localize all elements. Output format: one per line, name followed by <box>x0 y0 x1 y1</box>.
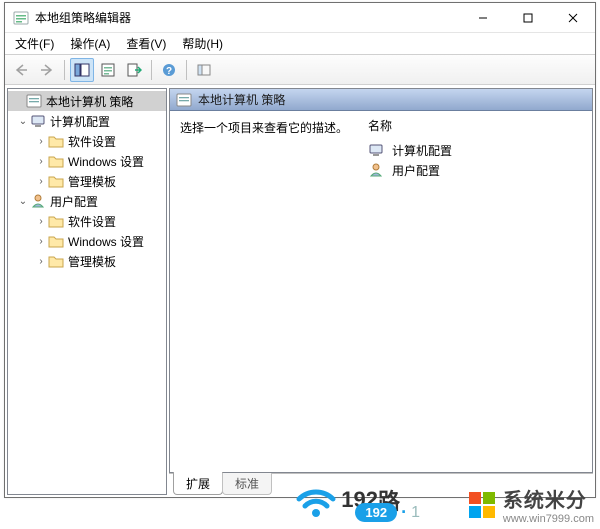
watermark-title: 系统米分 <box>503 484 594 513</box>
tree-label: Windows 设置 <box>68 153 144 170</box>
tree-item[interactable]: › 管理模板 <box>8 171 166 191</box>
expand-toggle[interactable]: › <box>34 256 48 267</box>
expand-toggle[interactable]: › <box>34 216 48 227</box>
tree-item[interactable]: › Windows 设置 <box>8 151 166 171</box>
filter-button[interactable] <box>192 58 216 82</box>
tree-item[interactable]: › Windows 设置 <box>8 231 166 251</box>
folder-icon <box>48 253 64 269</box>
menu-help[interactable]: 帮助(H) <box>174 33 231 54</box>
watermark-url: www.win7999.com <box>503 513 594 525</box>
description-text: 选择一个项目来查看它的描述。 <box>180 119 350 136</box>
menu-view[interactable]: 查看(V) <box>118 33 174 54</box>
tree-label: 管理模板 <box>68 253 116 270</box>
tree-label: Windows 设置 <box>68 233 144 250</box>
expand-toggle[interactable]: › <box>34 176 48 187</box>
tree-label: 计算机配置 <box>50 113 110 130</box>
tree-item[interactable]: › 软件设置 <box>8 211 166 231</box>
tree-item[interactable]: › 管理模板 <box>8 251 166 271</box>
tree-computer-config[interactable]: ⌄ 计算机配置 <box>8 111 166 131</box>
list-column: 名称 计算机配置 用户配置 <box>360 111 592 472</box>
minimize-button[interactable] <box>460 3 505 32</box>
list-item[interactable]: 用户配置 <box>368 160 584 180</box>
watermark-text-block: 系统米分 www.win7999.com <box>503 484 594 525</box>
close-button[interactable] <box>550 3 595 32</box>
collapse-toggle[interactable]: ⌄ <box>16 196 30 207</box>
toolbar-separator <box>186 60 187 80</box>
tree-user-config[interactable]: ⌄ 用户配置 <box>8 191 166 211</box>
folder-icon <box>48 173 64 189</box>
tree-label: 软件设置 <box>68 213 116 230</box>
computer-icon <box>30 113 46 129</box>
computer-icon <box>368 142 384 158</box>
details-body: 选择一个项目来查看它的描述。 名称 计算机配置 <box>170 111 592 472</box>
window-controls <box>460 3 595 32</box>
menu-file[interactable]: 文件(F) <box>7 33 62 54</box>
tree-label: 本地计算机 策略 <box>46 93 133 110</box>
tree-pane[interactable]: 本地计算机 策略 ⌄ 计算机配置 › 软件设置 › <box>7 88 167 495</box>
wifi-icon <box>295 479 337 521</box>
collapse-toggle[interactable]: ⌄ <box>16 116 30 127</box>
list-item-label: 计算机配置 <box>392 142 452 159</box>
user-icon <box>368 162 384 178</box>
site-watermark: 系统米分 www.win7999.com <box>461 480 600 529</box>
toolbar: ? <box>5 55 595 85</box>
tree-label: 软件设置 <box>68 133 116 150</box>
details-title: 本地计算机 策略 <box>198 91 285 108</box>
toolbar-separator <box>151 60 152 80</box>
tree-root[interactable]: 本地计算机 策略 <box>8 91 166 111</box>
tree-item[interactable]: › 软件设置 <box>8 131 166 151</box>
pill-dot: · <box>401 502 407 523</box>
list-item-label: 用户配置 <box>392 162 440 179</box>
properties-button[interactable] <box>96 58 120 82</box>
expand-toggle[interactable]: › <box>34 236 48 247</box>
list-item[interactable]: 计算机配置 <box>368 140 584 160</box>
expand-toggle[interactable]: › <box>34 136 48 147</box>
tree-label: 用户配置 <box>50 193 98 210</box>
titlebar: 本地组策略编辑器 <box>5 3 595 33</box>
back-button[interactable] <box>9 58 33 82</box>
details-pane: 本地计算机 策略 选择一个项目来查看它的描述。 名称 计算机配置 <box>169 88 593 495</box>
pill-badge: 192 · 1 <box>355 502 420 523</box>
tab-extended[interactable]: 扩展 <box>173 472 223 495</box>
help-button[interactable]: ? <box>157 58 181 82</box>
toolbar-separator <box>64 60 65 80</box>
tab-standard[interactable]: 标准 <box>222 473 272 495</box>
main-body: 本地计算机 策略 ⌄ 计算机配置 › 软件设置 › <box>5 85 595 497</box>
maximize-button[interactable] <box>505 3 550 32</box>
gpedit-window: 本地组策略编辑器 文件(F) 操作(A) 查看(V) 帮助(H) <box>4 2 596 498</box>
show-tree-button[interactable] <box>70 58 94 82</box>
window-title: 本地组策略编辑器 <box>35 9 460 26</box>
column-header-name[interactable]: 名称 <box>368 117 584 134</box>
forward-button[interactable] <box>35 58 59 82</box>
tree-label: 管理模板 <box>68 173 116 190</box>
windows-logo-icon <box>467 490 497 520</box>
details-border: 本地计算机 策略 选择一个项目来查看它的描述。 名称 计算机配置 <box>169 88 593 473</box>
app-icon <box>13 10 29 26</box>
policy-icon <box>26 93 42 109</box>
folder-icon <box>48 133 64 149</box>
folder-icon <box>48 213 64 229</box>
pill-suffix: 1 <box>411 504 420 522</box>
menubar: 文件(F) 操作(A) 查看(V) 帮助(H) <box>5 33 595 55</box>
menu-action[interactable]: 操作(A) <box>62 33 118 54</box>
description-column: 选择一个项目来查看它的描述。 <box>170 111 360 472</box>
expand-toggle[interactable]: › <box>34 156 48 167</box>
user-icon <box>30 193 46 209</box>
folder-icon <box>48 153 64 169</box>
export-button[interactable] <box>122 58 146 82</box>
folder-icon <box>48 233 64 249</box>
details-header: 本地计算机 策略 <box>170 89 592 111</box>
pill-192: 192 <box>355 503 397 522</box>
svg-text:?: ? <box>166 66 172 77</box>
policy-icon <box>176 92 192 108</box>
